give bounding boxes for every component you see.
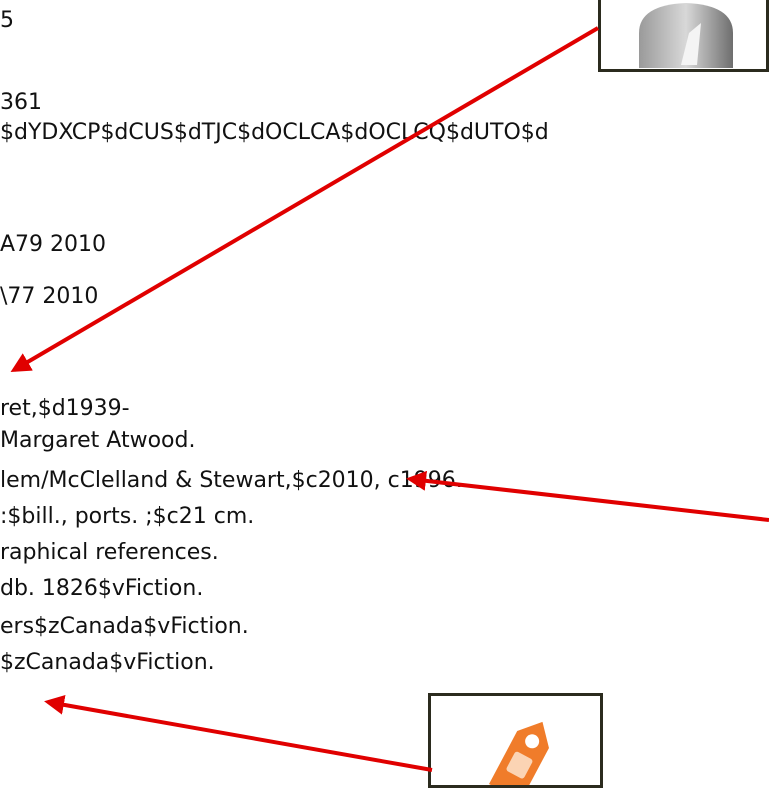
record-line-7: Margaret Atwood. [0,428,196,453]
record-line-10: raphical references. [0,540,219,565]
record-line-6: ret,$d1939- [0,396,130,421]
record-line-3: $dYDXCP$dCUS$dTJC$dOCLCA$dOCLCQ$dUTO$d [0,120,549,145]
record-line-13: $zCanada$vFiction. [0,650,215,675]
orange-tag-icon [489,721,549,785]
record-line-8: lem/McClelland & Stewart,$c2010, c1996. [0,468,463,493]
subject-tag-icon-box [428,693,603,788]
arrow-publisher [406,470,769,522]
person-silhouette-icon [639,3,733,68]
arrow-subject [44,694,433,772]
record-line-11: db. 1826$vFiction. [0,576,204,601]
record-line-12: ers$zCanada$vFiction. [0,614,249,639]
record-line-4: A79 2010 [0,232,107,257]
record-line-5: \77 2010 [0,284,99,309]
author-icon-box [598,0,769,72]
arrow-author [10,26,600,373]
record-line-9: :$bill., ports. ;$c21 cm. [0,504,255,529]
record-line-1: 5 [0,8,14,33]
record-line-2: 361 [0,90,42,115]
